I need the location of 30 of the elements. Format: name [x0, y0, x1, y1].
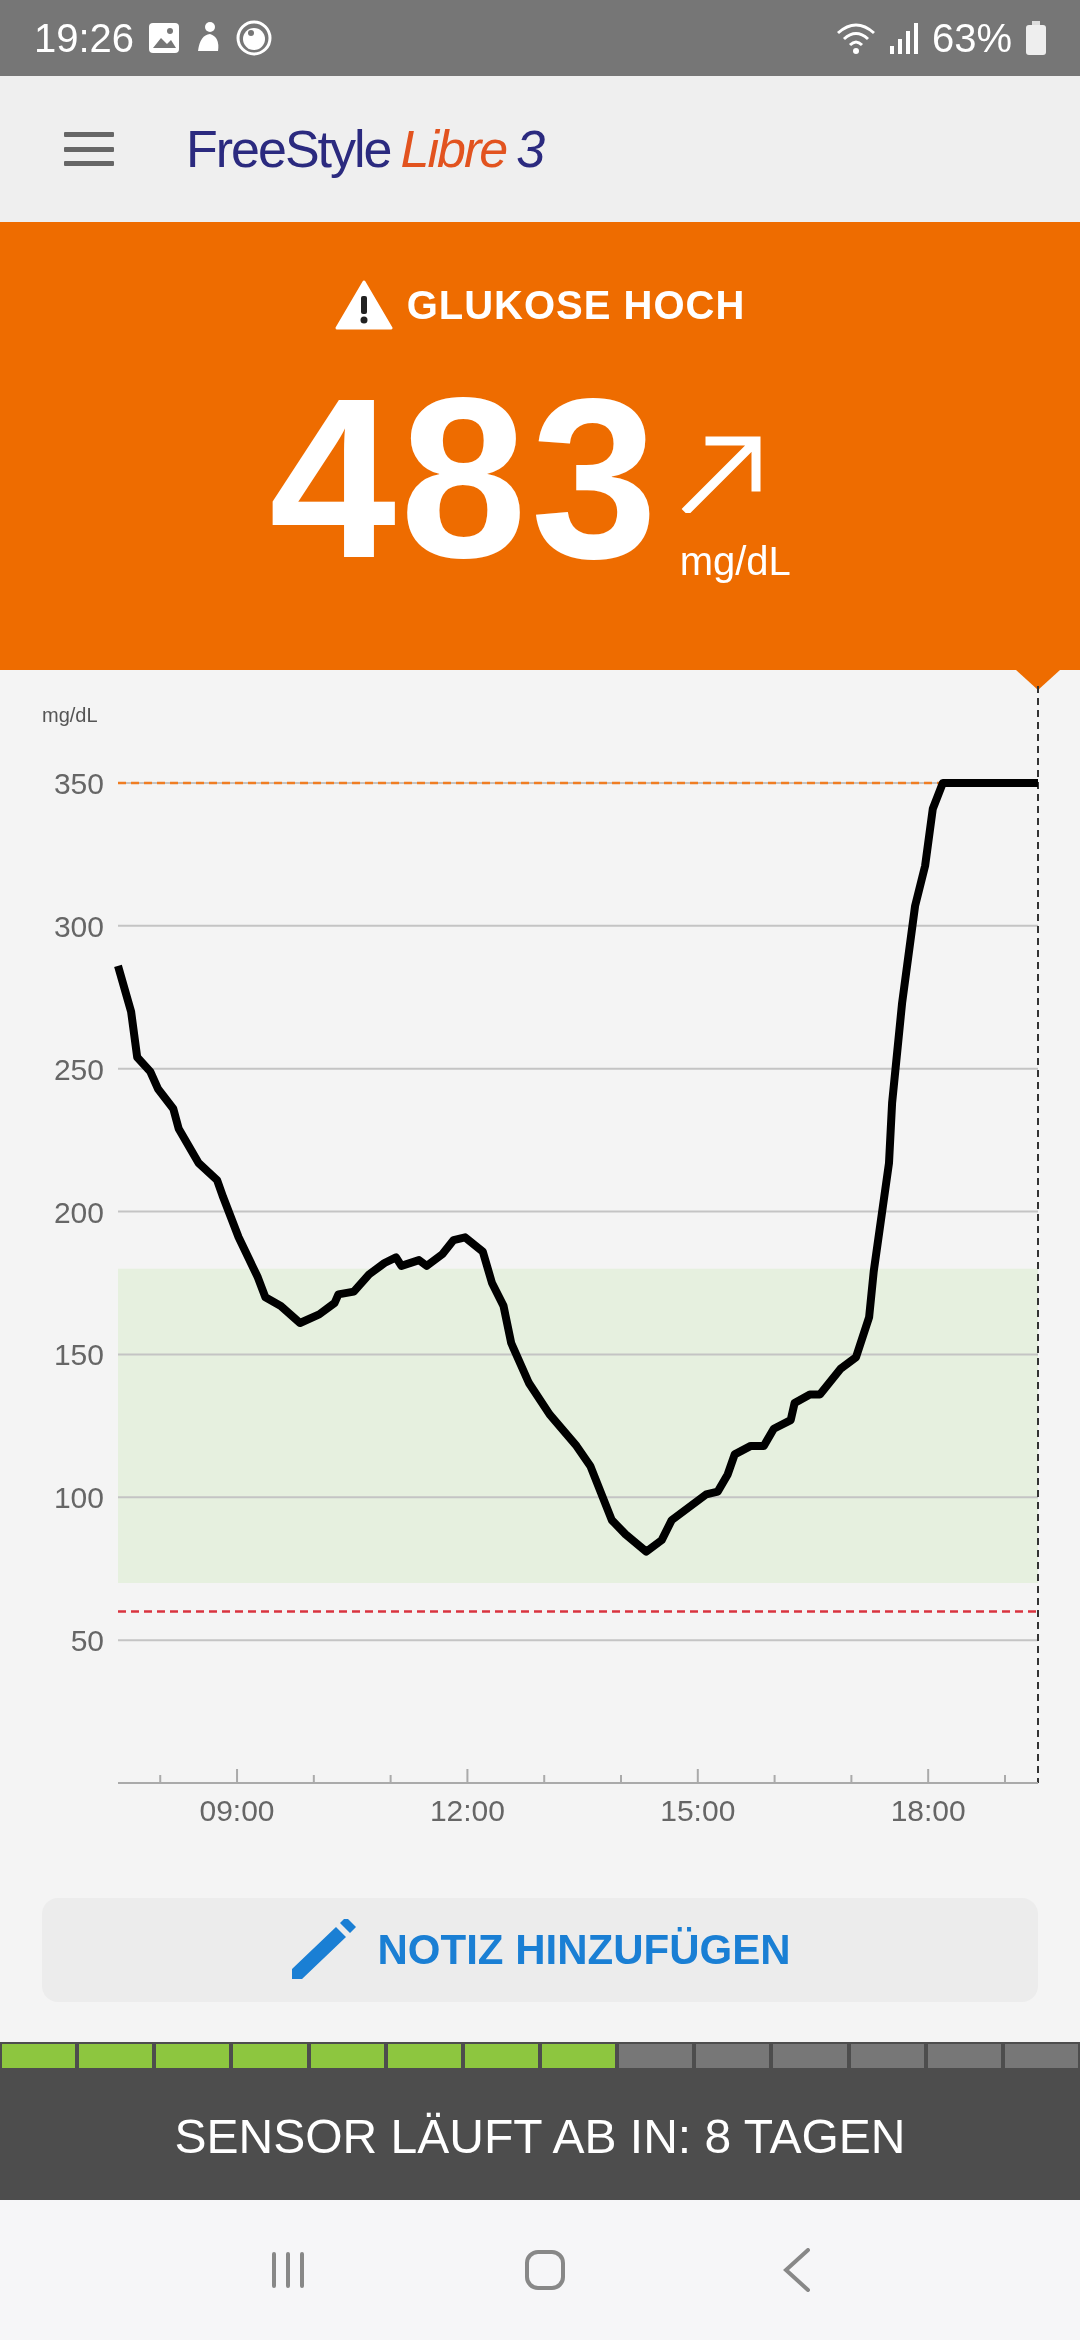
wifi-icon — [835, 21, 876, 55]
axis-title: mg/dL — [42, 704, 98, 726]
axis-label: 350 — [53, 767, 104, 800]
alert-title: GLUKOSE HOCH — [406, 282, 746, 328]
glucose-unit: mg/dL — [679, 539, 791, 584]
home-button[interactable] — [524, 2249, 566, 2291]
axis-label: 250 — [53, 1052, 104, 1086]
status-time: 19:26 — [34, 15, 135, 61]
gallery-icon — [148, 22, 181, 54]
axis-label: 150 — [53, 1338, 104, 1372]
axis-label: 18:00 — [890, 1794, 966, 1827]
menu-button[interactable] — [64, 132, 114, 166]
warning-icon — [334, 280, 393, 330]
axis-label: 15:00 — [660, 1794, 736, 1827]
axis-label: 09:00 — [199, 1794, 275, 1827]
glucose-value: 483 — [269, 364, 662, 592]
pencil-icon — [289, 1919, 356, 1981]
axis-label: 200 — [53, 1195, 104, 1229]
app-logo: FreeStyle Libre 3 — [186, 119, 544, 179]
back-button[interactable] — [782, 2248, 812, 2292]
axis-label: 300 — [53, 909, 104, 943]
add-note-button[interactable]: NOTIZ HINZUFÜGEN — [42, 1898, 1038, 2002]
signal-icon — [889, 22, 918, 54]
battery-percent: 63% — [931, 15, 1012, 61]
axis-label: 100 — [53, 1481, 104, 1515]
battery-icon — [1026, 21, 1046, 55]
sensor-expiry-text: SENSOR LÄUFT AB IN: 8 TAGEN — [174, 2108, 906, 2164]
axis-label: 50 — [70, 1624, 104, 1658]
axis-label: 12:00 — [429, 1794, 505, 1827]
circle-icon — [236, 20, 273, 56]
